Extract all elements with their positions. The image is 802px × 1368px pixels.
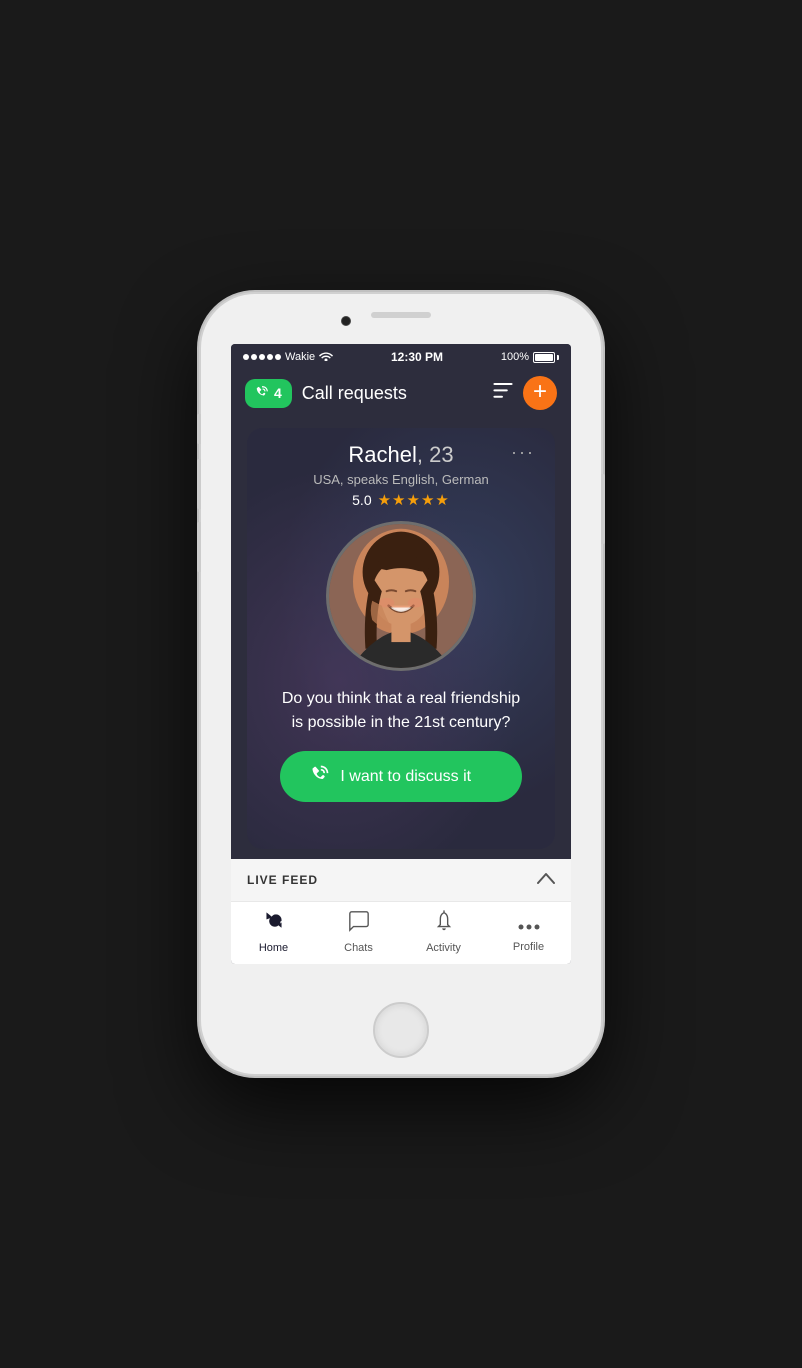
rating-number: 5.0 bbox=[352, 492, 371, 508]
profile-card: ··· Rachel, 23 USA, speaks English, Germ… bbox=[247, 428, 555, 849]
chevron-up-icon bbox=[537, 871, 555, 889]
status-right: 100% bbox=[501, 351, 559, 363]
battery-icon bbox=[533, 352, 559, 363]
phone-frame: Wakie 12:30 PM 100% bbox=[201, 294, 601, 1074]
battery-percentage: 100% bbox=[501, 351, 529, 363]
battery-tip bbox=[557, 355, 559, 360]
app-header: 4 Call requests + bbox=[231, 368, 571, 418]
live-feed-label: LIVE FEED bbox=[247, 873, 318, 887]
call-count: 4 bbox=[274, 385, 282, 401]
plus-icon: + bbox=[533, 380, 547, 404]
phone-icon bbox=[255, 385, 269, 402]
add-button[interactable]: + bbox=[523, 376, 557, 410]
header-title: Call requests bbox=[302, 383, 483, 404]
chats-label: Chats bbox=[344, 942, 373, 954]
user-age: , 23 bbox=[417, 442, 454, 467]
volume-up-button bbox=[197, 459, 201, 509]
home-label: Home bbox=[259, 942, 288, 954]
main-area: ··· Rachel, 23 USA, speaks English, Germ… bbox=[231, 418, 571, 859]
user-name: Rachel, 23 bbox=[348, 442, 453, 468]
phone-screen: Wakie 12:30 PM 100% bbox=[231, 344, 571, 964]
activity-bell-icon bbox=[433, 910, 455, 938]
nav-item-profile[interactable]: Profile bbox=[486, 911, 571, 953]
volume-down-button bbox=[197, 522, 201, 572]
discuss-btn-label: I want to discuss it bbox=[340, 768, 471, 786]
volume-mute-button bbox=[197, 414, 201, 444]
signal-dot-2 bbox=[251, 354, 257, 360]
front-camera bbox=[341, 316, 351, 326]
rating-row: 5.0 ★★★★★ bbox=[352, 491, 450, 509]
user-name-text: Rachel bbox=[348, 442, 416, 467]
bottom-nav: Home Chats bbox=[231, 901, 571, 964]
activity-label: Activity bbox=[426, 942, 461, 954]
nav-item-home[interactable]: Home bbox=[231, 910, 316, 954]
signal-dot-4 bbox=[267, 354, 273, 360]
status-time: 12:30 PM bbox=[391, 350, 443, 364]
signal-dots bbox=[243, 354, 281, 360]
call-badge[interactable]: 4 bbox=[245, 379, 292, 408]
status-bar: Wakie 12:30 PM 100% bbox=[231, 344, 571, 368]
speaker-top bbox=[371, 312, 431, 318]
discussion-text: Do you think that a real friendship is p… bbox=[267, 687, 535, 735]
signal-dot-3 bbox=[259, 354, 265, 360]
battery-fill bbox=[535, 354, 553, 361]
nav-item-chats[interactable]: Chats bbox=[316, 910, 401, 954]
filter-icon[interactable] bbox=[493, 383, 513, 404]
avatar bbox=[326, 521, 476, 671]
signal-dot-1 bbox=[243, 354, 249, 360]
battery-body bbox=[533, 352, 555, 363]
card-menu-icon[interactable]: ··· bbox=[511, 442, 535, 463]
card-content: ··· Rachel, 23 USA, speaks English, Germ… bbox=[267, 442, 535, 802]
profile-dots-icon bbox=[518, 911, 540, 937]
star-rating: ★★★★★ bbox=[378, 491, 450, 509]
status-left: Wakie bbox=[243, 350, 333, 364]
discuss-phone-icon bbox=[310, 764, 330, 789]
user-details: USA, speaks English, German bbox=[313, 472, 489, 487]
discuss-button[interactable]: I want to discuss it bbox=[280, 751, 521, 802]
carrier-label: Wakie bbox=[285, 351, 315, 363]
nav-item-activity[interactable]: Activity bbox=[401, 910, 486, 954]
signal-dot-5 bbox=[275, 354, 281, 360]
profile-label: Profile bbox=[513, 941, 544, 953]
home-icon bbox=[262, 910, 286, 938]
chats-icon bbox=[348, 910, 370, 938]
live-feed-bar[interactable]: LIVE FEED bbox=[231, 859, 571, 901]
home-button[interactable] bbox=[373, 1002, 429, 1058]
power-button bbox=[601, 474, 605, 544]
wifi-icon bbox=[319, 350, 333, 364]
